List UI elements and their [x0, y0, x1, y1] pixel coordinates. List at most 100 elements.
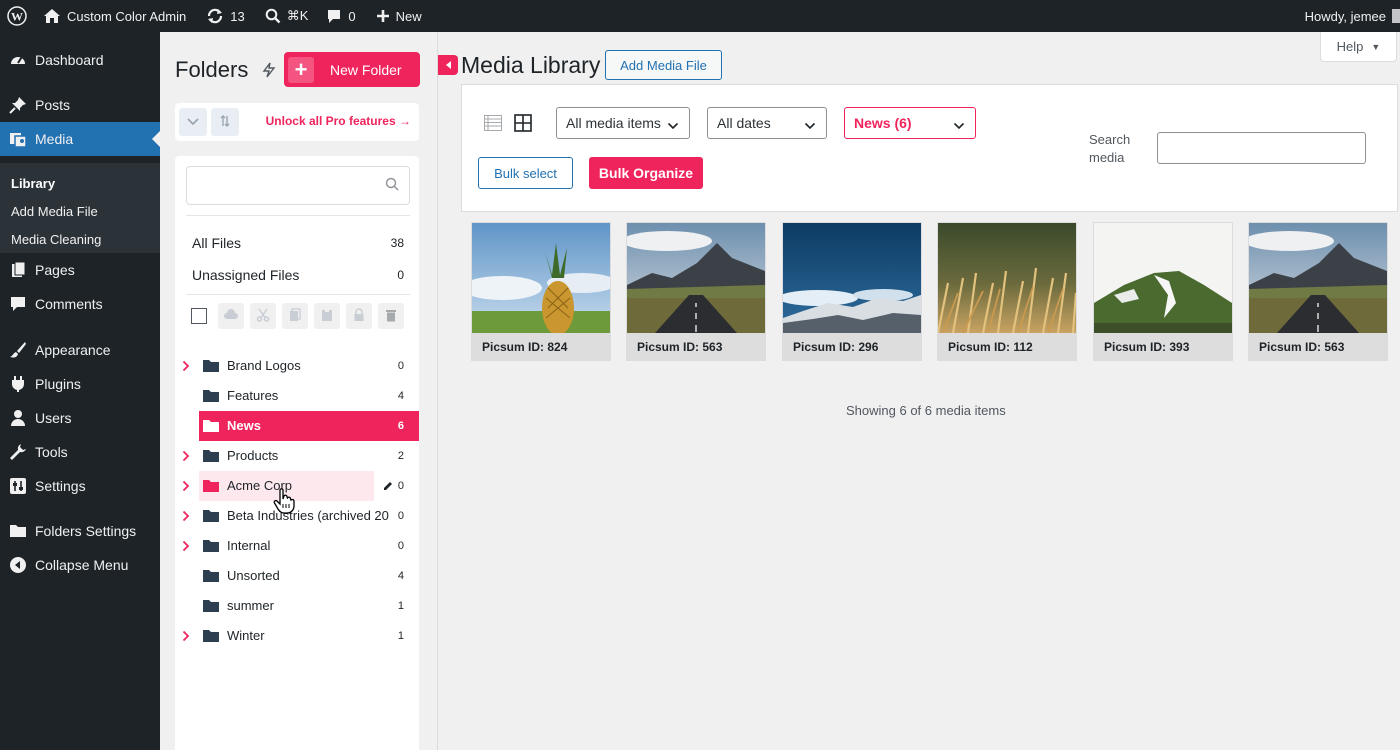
cut-button[interactable] [250, 303, 276, 329]
menu-label: Folders Settings [35, 523, 137, 539]
folder-search-input[interactable] [186, 166, 410, 205]
media-item[interactable]: Picsum ID: 112 [937, 222, 1077, 361]
submenu-library[interactable]: Library [0, 169, 160, 197]
folder-item-unsorted[interactable]: Unsorted 4 [175, 561, 419, 591]
folder-item-acme-corp[interactable]: Acme Corp 0 [175, 471, 419, 501]
comments-link[interactable]: 0 [318, 0, 363, 32]
date-filter[interactable]: All dates [707, 107, 827, 139]
all-files-count: 38 [390, 236, 404, 250]
bolt-icon[interactable] [262, 62, 276, 81]
svg-text:W: W [11, 10, 23, 24]
settings-icon [9, 477, 27, 495]
media-type-filter[interactable]: All media items [556, 107, 690, 139]
chevron-right-icon[interactable] [182, 360, 190, 375]
menu-dashboard[interactable]: Dashboard [0, 43, 160, 77]
folder-filter[interactable]: News (6) [844, 107, 976, 139]
media-icon [9, 130, 27, 148]
paste-button[interactable] [314, 303, 340, 329]
menu-label: Media [35, 131, 74, 147]
chevron-down-icon [953, 118, 965, 134]
filter-value: All media items [566, 115, 661, 131]
media-item[interactable]: Picsum ID: 296 [782, 222, 922, 361]
folder-item-internal[interactable]: Internal 0 [175, 531, 419, 561]
howdy-text: Howdy, jemee [1304, 8, 1386, 24]
wordpress-logo-icon[interactable]: W [0, 0, 35, 32]
sort-button[interactable] [211, 108, 239, 136]
folder-name: Internal [227, 538, 271, 553]
folder-item-products[interactable]: Products 2 [175, 441, 419, 471]
all-files-item[interactable]: All Files 38 [192, 231, 404, 255]
submenu-media-cleaning[interactable]: Media Cleaning [0, 225, 160, 253]
new-folder-button[interactable]: + New Folder [284, 52, 420, 87]
media-item[interactable]: Picsum ID: 824 [471, 222, 611, 361]
folder-item-summer[interactable]: summer 1 [175, 591, 419, 621]
menu-collapse[interactable]: Collapse Menu [0, 548, 160, 582]
menu-plugins[interactable]: Plugins [0, 367, 160, 401]
chevron-right-icon[interactable] [182, 450, 190, 465]
account-menu[interactable]: Howdy, jemee [1305, 0, 1400, 32]
lock-button[interactable] [346, 303, 372, 329]
media-caption: Picsum ID: 296 [783, 333, 921, 360]
chevron-right-icon[interactable] [182, 630, 190, 645]
media-item[interactable]: Picsum ID: 563 [1248, 222, 1388, 361]
dashboard-icon [9, 51, 27, 69]
plus-icon: + [288, 56, 314, 83]
copy-button[interactable] [282, 303, 308, 329]
media-toolbar: All media items All dates News (6) Searc… [461, 84, 1398, 212]
folder-item-beta-industries[interactable]: Beta Industries (archived 20 0 [175, 501, 419, 531]
folder-icon [9, 522, 27, 540]
search-shortcut: ⌘K [286, 8, 309, 23]
pineapple-image [472, 223, 610, 333]
menu-tools[interactable]: Tools [0, 435, 160, 469]
menu-comments[interactable]: Comments [0, 287, 160, 321]
all-files-label: All Files [192, 235, 242, 251]
select-all-checkbox[interactable] [191, 308, 207, 324]
list-view-icon[interactable] [484, 115, 502, 134]
media-caption: Picsum ID: 824 [472, 333, 610, 360]
new-content-link[interactable]: New [368, 0, 430, 32]
media-item[interactable]: Picsum ID: 393 [1093, 222, 1233, 361]
search-media-input[interactable] [1157, 132, 1366, 164]
folder-icon [203, 509, 219, 526]
chevron-right-icon[interactable] [182, 510, 190, 525]
folder-count: 0 [397, 540, 404, 552]
submenu-add-media-file[interactable]: Add Media File [0, 197, 160, 225]
help-button[interactable]: Help ▼ [1320, 32, 1397, 62]
comment-icon [9, 295, 27, 313]
upload-button[interactable] [218, 303, 244, 329]
bulk-organize-button[interactable]: Bulk Organize [589, 157, 703, 189]
updates-link[interactable]: 13 [198, 0, 252, 32]
search-link[interactable]: ⌘K [257, 0, 317, 32]
panel-toggle-button[interactable] [438, 55, 458, 75]
new-label: New [395, 8, 422, 24]
folder-name: Features [227, 388, 279, 403]
folder-item-brand-logos[interactable]: Brand Logos 0 [175, 351, 419, 381]
wrench-icon [9, 443, 27, 461]
bulk-select-button[interactable]: Bulk select [478, 157, 573, 189]
menu-folders-settings[interactable]: Folders Settings [0, 514, 160, 548]
menu-settings[interactable]: Settings [0, 469, 160, 503]
scissors-icon [256, 308, 270, 325]
menu-users[interactable]: Users [0, 401, 160, 435]
menu-media[interactable]: Media [0, 122, 160, 156]
add-media-file-button[interactable]: Add Media File [605, 50, 722, 80]
unlock-pro-link[interactable]: Unlock all Pro features → [266, 114, 411, 128]
folder-item-features[interactable]: Features 4 [175, 381, 419, 411]
chevron-right-icon[interactable] [182, 540, 190, 555]
lock-icon [353, 307, 365, 325]
new-folder-label: New Folder [330, 61, 402, 78]
chevron-right-icon[interactable] [182, 480, 190, 495]
expand-collapse-button[interactable] [179, 108, 207, 136]
grid-view-icon[interactable] [514, 114, 532, 135]
site-name-link[interactable]: Custom Color Admin [35, 0, 194, 32]
menu-pages[interactable]: Pages [0, 253, 160, 287]
delete-button[interactable] [378, 303, 404, 329]
menu-appearance[interactable]: Appearance [0, 333, 160, 367]
folder-item-news[interactable]: News 6 [175, 411, 419, 441]
folder-item-winter[interactable]: Winter 1 [175, 621, 419, 651]
media-item[interactable]: Picsum ID: 563 [626, 222, 766, 361]
unassigned-files-item[interactable]: Unassigned Files 0 [192, 263, 404, 287]
pencil-icon[interactable] [383, 479, 393, 494]
menu-posts[interactable]: Posts [0, 88, 160, 122]
folders-card: All Files 38 Unassigned Files 0 Brand Lo… [175, 156, 419, 750]
